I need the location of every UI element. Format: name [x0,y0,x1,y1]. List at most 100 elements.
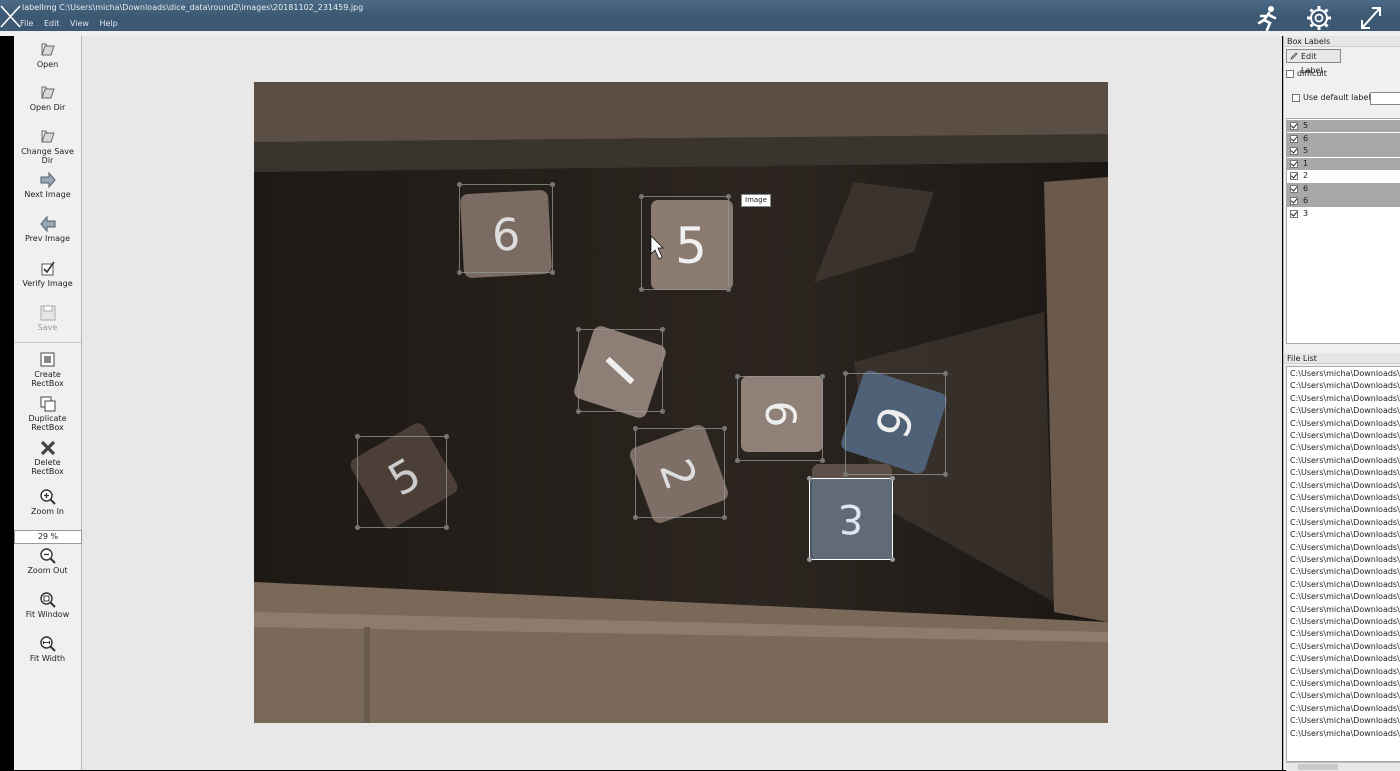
menu-help[interactable]: Help [100,19,118,28]
bbox-vertex[interactable] [890,476,895,481]
bbox-vertex[interactable] [457,182,462,187]
bbox-vertex[interactable] [735,458,740,463]
bbox-vertex[interactable] [633,515,638,520]
label-list-item[interactable]: 6 [1287,132,1400,145]
bbox-vertex[interactable] [639,194,644,199]
file-list-item[interactable]: C:\Users\micha\Downloads\d [1290,678,1400,690]
scrollbar-thumb[interactable] [1298,764,1338,770]
bbox-vertex[interactable] [843,371,848,376]
label-checkbox[interactable] [1290,209,1298,218]
file-list-item[interactable]: C:\Users\micha\Downloads\d [1290,703,1400,715]
bbox-vertex[interactable] [890,557,895,562]
file-list-item[interactable]: C:\Users\micha\Downloads\d [1290,579,1400,591]
file-list-item[interactable]: C:\Users\micha\Downloads\d [1290,517,1400,529]
bbox-vertex[interactable] [633,426,638,431]
file-list-item[interactable]: C:\Users\micha\Downloads\d [1290,542,1400,554]
file-list-item[interactable]: C:\Users\micha\Downloads\d [1290,653,1400,665]
fit-width-button[interactable]: Fit Width [14,635,81,663]
save-button[interactable]: Save [14,304,81,332]
bbox-vertex[interactable] [726,287,731,292]
label-checkbox[interactable] [1290,147,1298,155]
bbox-vertex[interactable] [355,434,360,439]
create-rectbox-button[interactable]: Create RectBox [14,351,81,388]
file-list-item[interactable]: C:\Users\micha\Downloads\d [1290,715,1400,727]
duplicate-rectbox-button[interactable]: Duplicate RectBox [14,395,81,432]
label-list-item[interactable]: 5 [1287,145,1400,157]
menu-view[interactable]: View [70,19,89,28]
label-list-item[interactable]: 1 [1287,157,1400,170]
bbox-vertex[interactable] [355,525,360,530]
bbox-label-6[interactable] [457,182,555,275]
file-list-item[interactable]: C:\Users\micha\Downloads\d [1290,604,1400,616]
label-list-item[interactable]: 5 [1287,120,1400,132]
bbox-label-6[interactable] [843,371,948,477]
bbox-label-2[interactable] [633,426,727,520]
label-list-item[interactable]: 2 [1287,170,1400,182]
bbox-vertex[interactable] [576,327,581,332]
file-list-item[interactable]: C:\Users\micha\Downloads\d [1290,554,1400,566]
bbox-vertex[interactable] [807,557,812,562]
file-list[interactable]: C:\Users\micha\Downloads\d C:\Users\micha… [1286,366,1400,762]
file-list-item[interactable]: C:\Users\micha\Downloads\d [1290,393,1400,405]
next-image-button[interactable]: Next Image [14,171,81,199]
use-default-label-checkbox[interactable] [1292,94,1300,102]
bbox-vertex[interactable] [550,270,555,275]
bbox-vertex[interactable] [735,374,740,379]
delete-rectbox-button[interactable]: Delete RectBox [14,439,81,476]
image-canvas[interactable]: 6 5 6 6 2 5 3 [82,36,1282,770]
label-list-item[interactable]: 6 [1287,195,1400,207]
label-list[interactable]: 5 6 5 1 2 6 6 3 [1286,118,1400,344]
bbox-vertex[interactable] [576,409,581,414]
bbox-vertex[interactable] [943,472,948,477]
file-list-item[interactable]: C:\Users\micha\Downloads\d [1290,442,1400,454]
bbox-vertex[interactable] [722,515,727,520]
label-list-item[interactable]: 6 [1287,182,1400,195]
label-checkbox[interactable] [1290,134,1298,143]
bbox-label-5[interactable] [355,434,449,530]
zoom-in-button[interactable]: Zoom In [14,488,81,516]
edit-label-button[interactable]: Edit Label [1286,49,1341,75]
label-checkbox[interactable] [1290,159,1298,168]
file-list-item[interactable]: C:\Users\micha\Downloads\d [1290,504,1400,516]
menu-file[interactable]: File [20,19,33,28]
fit-window-button[interactable]: Fit Window [14,591,81,619]
file-list-item[interactable]: C:\Users\micha\Downloads\d [1290,455,1400,467]
zoom-out-button[interactable]: Zoom Out [14,547,81,575]
verify-image-button[interactable]: Verify Image [14,260,81,288]
label-checkbox[interactable] [1290,184,1298,193]
file-list-item[interactable]: C:\Users\micha\Downloads\d [1290,591,1400,603]
expand-icon[interactable] [1356,4,1386,32]
bbox-label-6[interactable] [735,374,825,463]
bbox-vertex[interactable] [444,434,449,439]
file-list-item[interactable]: C:\Users\micha\Downloads\d [1290,430,1400,442]
file-list-item[interactable]: C:\Users\micha\Downloads\d [1290,641,1400,653]
label-checkbox[interactable] [1290,122,1298,130]
bbox-vertex[interactable] [807,476,812,481]
bbox-vertex[interactable] [943,371,948,376]
bbox-vertex[interactable] [843,472,848,477]
file-list-item[interactable]: C:\Users\micha\Downloads\d [1290,492,1400,504]
file-list-item[interactable]: C:\Users\micha\Downloads\d [1290,467,1400,479]
default-label-input[interactable] [1370,92,1400,105]
gear-icon[interactable] [1304,4,1334,32]
bbox-vertex[interactable] [820,374,825,379]
running-person-icon[interactable] [1252,4,1282,32]
bbox-label-5[interactable] [639,194,731,292]
bbox-vertex[interactable] [660,327,665,332]
zoom-value-field[interactable]: 29 % [14,530,82,544]
label-checkbox[interactable] [1290,172,1298,180]
label-list-item[interactable]: 3 [1287,208,1400,220]
prev-image-button[interactable]: Prev Image [14,215,81,243]
bbox-selected[interactable]: 3 [807,476,895,562]
open-button[interactable]: Open [14,41,81,69]
bbox-vertex[interactable] [722,426,727,431]
file-list-item[interactable]: C:\Users\micha\Downloads\d [1290,728,1400,740]
file-list-item[interactable]: C:\Users\micha\Downloads\d [1290,690,1400,702]
file-list-item[interactable]: C:\Users\micha\Downloads\d [1290,628,1400,640]
bbox-vertex[interactable] [444,525,449,530]
file-list-item[interactable]: C:\Users\micha\Downloads\d [1290,616,1400,628]
bbox-vertex[interactable] [550,182,555,187]
file-list-item[interactable]: C:\Users\micha\Downloads\d [1290,405,1400,417]
bbox-vertex[interactable] [639,287,644,292]
bbox-vertex[interactable] [660,409,665,414]
